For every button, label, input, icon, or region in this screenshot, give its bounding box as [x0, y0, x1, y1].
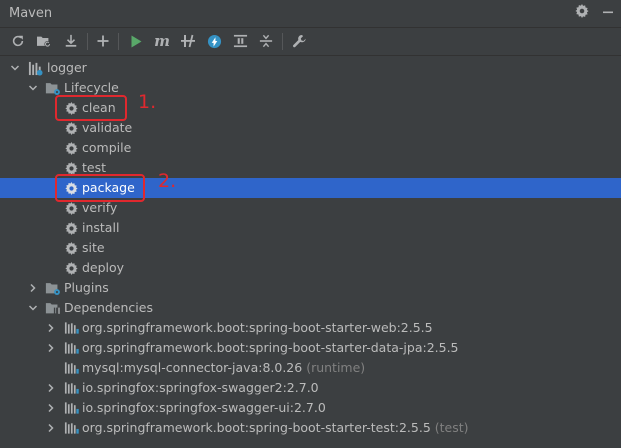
toggle-offline-mode-button[interactable]: [178, 31, 198, 51]
offline-icon: [180, 34, 196, 48]
goal-label: validate: [82, 120, 133, 135]
chevron-down-icon[interactable]: [9, 58, 21, 78]
maven-settings-button[interactable]: [289, 31, 309, 51]
lifecycle-goal-site[interactable]: site: [0, 238, 621, 258]
gear-icon: [63, 260, 79, 276]
goal-label: site: [82, 240, 105, 255]
dependency-label: org.springframework.boot:spring-boot-sta…: [82, 420, 469, 435]
maven-m-icon: m: [154, 32, 170, 50]
dependency-item[interactable]: org.springframework.boot:spring-boot-sta…: [0, 318, 621, 338]
annotation-box-clean: [55, 95, 127, 121]
chevron-right-icon[interactable]: [27, 278, 39, 298]
dependency-item[interactable]: org.springframework.boot:spring-boot-sta…: [0, 338, 621, 358]
dependency-item[interactable]: io.springfox:springfox-swagger-ui:2.7.0: [0, 398, 621, 418]
download-icon: [64, 34, 78, 48]
skip-tests-icon: [207, 34, 222, 49]
dependencies-label: Dependencies: [64, 300, 153, 315]
annotation-number-1: 1.: [138, 91, 157, 113]
dependency-item[interactable]: mysql:mysql-connector-java:8.0.26 (runti…: [0, 358, 621, 378]
dependency-item[interactable]: io.springfox:springfox-swagger2:2.7.0: [0, 378, 621, 398]
gear-icon: [63, 140, 79, 156]
maven-toolbar: m: [0, 28, 621, 56]
goal-label: compile: [82, 140, 132, 155]
toolbar-separator: [282, 33, 283, 50]
settings-icon[interactable]: [572, 3, 592, 23]
add-maven-project-button[interactable]: [93, 31, 113, 51]
tree-node-dependencies[interactable]: Dependencies: [0, 298, 621, 318]
maven-project-icon: [27, 60, 43, 76]
goal-label: install: [82, 220, 120, 235]
download-sources-button[interactable]: [61, 31, 81, 51]
tree-node-project[interactable]: logger: [0, 58, 621, 78]
run-maven-build-button[interactable]: [126, 31, 146, 51]
tree-node-plugins[interactable]: Plugins: [0, 278, 621, 298]
dependencies-folder-icon: [45, 300, 61, 316]
chevron-right-icon[interactable]: [45, 418, 57, 438]
library-icon: [63, 380, 79, 396]
annotation-box-package: [55, 174, 145, 202]
dependency-scope: (runtime): [306, 360, 366, 375]
maven-tool-window-header: Maven: [0, 0, 621, 28]
show-dependencies-button[interactable]: [230, 31, 250, 51]
dependency-label: org.springframework.boot:spring-boot-sta…: [82, 320, 433, 335]
plugins-folder-icon: [45, 280, 61, 296]
toolbar-separator: [118, 33, 119, 50]
chevron-down-icon[interactable]: [27, 298, 39, 318]
lifecycle-goal-compile[interactable]: compile: [0, 138, 621, 158]
execute-maven-goal-button[interactable]: m: [152, 31, 172, 51]
minimize-icon[interactable]: [598, 3, 618, 23]
annotation-number-2: 2.: [158, 170, 177, 192]
chevron-right-icon[interactable]: [45, 378, 57, 398]
dependencies-icon: [233, 34, 248, 48]
library-icon: [63, 340, 79, 356]
chevron-right-icon[interactable]: [45, 338, 57, 358]
dependency-label: mysql:mysql-connector-java:8.0.26 (runti…: [82, 360, 366, 375]
lifecycle-goal-validate[interactable]: validate: [0, 118, 621, 138]
chevron-down-icon[interactable]: [27, 78, 39, 98]
wrench-icon: [292, 34, 307, 49]
folder-refresh-icon: [36, 34, 52, 48]
plugins-label: Plugins: [64, 280, 109, 295]
library-icon: [63, 400, 79, 416]
lifecycle-goal-deploy[interactable]: deploy: [0, 258, 621, 278]
reload-icon: [11, 34, 25, 48]
lifecycle-goal-install[interactable]: install: [0, 218, 621, 238]
dependency-label: io.springfox:springfox-swagger2:2.7.0: [82, 380, 319, 395]
goal-label: deploy: [82, 260, 125, 275]
plus-icon: [97, 35, 109, 47]
chevron-right-icon[interactable]: [45, 398, 57, 418]
chevron-right-icon[interactable]: [45, 318, 57, 338]
gear-icon: [63, 200, 79, 216]
library-icon: [63, 320, 79, 336]
reload-all-projects-button[interactable]: [8, 31, 28, 51]
library-icon: [63, 360, 79, 376]
gear-icon: [63, 240, 79, 256]
gear-icon: [63, 120, 79, 136]
maven-projects-tree: logger Lifecycle clean validate compile: [0, 56, 621, 448]
collapse-icon: [259, 34, 273, 48]
collapse-all-button[interactable]: [256, 31, 276, 51]
lifecycle-folder-icon: [45, 80, 61, 96]
skip-tests-button[interactable]: [204, 31, 224, 51]
panel-title: Maven: [9, 6, 53, 21]
project-label: logger: [47, 60, 87, 75]
dependency-item[interactable]: org.springframework.boot:spring-boot-sta…: [0, 418, 621, 438]
generate-sources-button[interactable]: [34, 31, 54, 51]
gear-icon: [63, 220, 79, 236]
dependency-scope: (test): [434, 420, 469, 435]
dependency-label: io.springfox:springfox-swagger-ui:2.7.0: [82, 400, 326, 415]
library-icon: [63, 420, 79, 436]
dependency-label: org.springframework.boot:spring-boot-sta…: [82, 340, 459, 355]
run-icon: [130, 35, 142, 48]
toolbar-separator: [87, 33, 88, 50]
